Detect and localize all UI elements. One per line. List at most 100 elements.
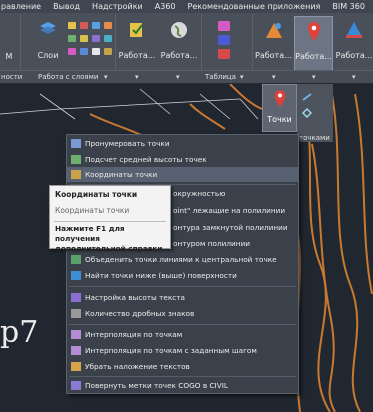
layer-tool-icon[interactable] bbox=[104, 48, 112, 55]
ribbon-tab-bar: равление Вывод Надстройки А360 Рекомендо… bbox=[0, 0, 373, 13]
surface-tool-icon bbox=[266, 23, 282, 38]
table-tool-icon[interactable] bbox=[218, 49, 230, 59]
point-edit-icon[interactable] bbox=[301, 92, 313, 102]
panel-label-table[interactable]: Таблица bbox=[205, 71, 236, 83]
menu-item-label: Интерполяция по точкам с заданным шагом bbox=[85, 346, 257, 355]
menu-item-decimal-places[interactable]: Количество дробных знаков bbox=[67, 306, 298, 321]
menu-item-label: окружностью bbox=[173, 189, 226, 198]
tooltip-help: Нажмите F1 для получения дополнительной … bbox=[55, 224, 163, 253]
points-flyout-button[interactable]: Точки bbox=[262, 84, 297, 132]
menu-item-label: Пронумеровать точки bbox=[85, 139, 170, 148]
menu-item-label: Интерполяция по точкам bbox=[85, 330, 183, 339]
tooltip-description: Координаты точки bbox=[55, 206, 130, 215]
number-points-icon bbox=[71, 139, 81, 148]
layer-tool-icon[interactable] bbox=[92, 48, 100, 55]
layer-tool-icon[interactable] bbox=[104, 22, 112, 29]
work-button-5[interactable]: Работа... bbox=[335, 16, 373, 70]
layer-tool-icon[interactable] bbox=[68, 48, 76, 55]
panel-label-layers[interactable]: Работа с слоями bbox=[38, 71, 98, 83]
ribbon-panel-labels: ности Работа с слоями ▾ ▾ ▾ Таблица ▾ ▾ … bbox=[0, 70, 373, 83]
text-height-icon bbox=[71, 293, 81, 302]
chevron-down-icon[interactable]: ▾ bbox=[240, 71, 244, 83]
chevron-down-icon[interactable]: ▾ bbox=[176, 71, 180, 83]
find-points-icon bbox=[71, 271, 81, 280]
menu-item-rotate-cogo-labels[interactable]: Повернуть метки точек COGO в CIVIL bbox=[67, 378, 298, 393]
menu-item-interpolation-step[interactable]: Интерполяция по точкам с заданным шагом bbox=[67, 343, 298, 358]
rotate-labels-icon bbox=[71, 381, 81, 390]
chevron-down-icon[interactable]: ▾ bbox=[352, 71, 356, 83]
menu-item-point-coordinates[interactable]: Координаты точки bbox=[67, 167, 298, 182]
join-points-icon bbox=[71, 255, 81, 264]
ribbon-button-m-label: М bbox=[5, 52, 13, 61]
menu-item-remove-text-overlap[interactable]: Убрать наложение текстов bbox=[67, 359, 298, 374]
layer-tool-icon[interactable] bbox=[68, 35, 76, 42]
work-button-2[interactable]: Работа... bbox=[160, 16, 198, 70]
menu-item-join-points[interactable]: Объеденить точки линиями к центральной т… bbox=[67, 252, 298, 267]
points-flyout-extra: точками bbox=[297, 84, 333, 142]
points-dropdown-menu: Пронумеровать точки Подсчет средней высо… bbox=[66, 134, 299, 394]
coordinates-icon bbox=[71, 170, 81, 179]
tooltip-divider bbox=[54, 221, 166, 222]
tab-featured-apps[interactable]: Рекомендованные приложения bbox=[182, 0, 327, 13]
menu-item-average-height[interactable]: Подсчет средней высоты точек bbox=[67, 152, 298, 167]
drawing-text: р7 bbox=[0, 315, 39, 350]
tab-bim360[interactable]: BIM 360 bbox=[326, 0, 371, 13]
menu-item-find-below-surface[interactable]: Найти точки ниже (выше) поверхности bbox=[67, 268, 298, 283]
chevron-down-icon[interactable]: ▾ bbox=[135, 71, 139, 83]
menu-item-label: Настройка высоты текста bbox=[85, 293, 186, 302]
work-button-3[interactable]: Работа с... bbox=[255, 16, 293, 70]
work-button-1[interactable]: Работа... bbox=[118, 16, 156, 70]
interpolation-step-icon bbox=[71, 346, 81, 355]
decimal-places-icon bbox=[71, 309, 81, 318]
tab-addins[interactable]: Надстройки bbox=[86, 0, 149, 13]
map-pin-icon bbox=[274, 90, 286, 107]
menu-item-label: Подсчет средней высоты точек bbox=[85, 155, 207, 164]
layer-tool-icon[interactable] bbox=[80, 48, 88, 55]
work-button-4-label: Работа... bbox=[295, 52, 332, 61]
map-pin-icon bbox=[307, 22, 320, 41]
triangle-tool-icon bbox=[346, 22, 362, 38]
panel-label-left: ности bbox=[1, 73, 23, 81]
ribbon-button-m[interactable]: М bbox=[0, 16, 18, 70]
tab-a360[interactable]: А360 bbox=[149, 0, 182, 13]
menu-item-label: Убрать наложение текстов bbox=[85, 362, 190, 371]
menu-item-label: Координаты точки bbox=[85, 170, 158, 179]
chevron-down-icon[interactable]: ▾ bbox=[312, 71, 316, 83]
table-tool-icon[interactable] bbox=[218, 35, 230, 45]
menu-item-label: Количество дробных знаков bbox=[85, 309, 195, 318]
menu-item-number-points[interactable]: Пронумеровать точки bbox=[67, 136, 298, 151]
tooltip-title: Координаты точки bbox=[55, 190, 138, 199]
globe-icon bbox=[171, 22, 187, 38]
menu-item-label: oint" лежащие на полилинии bbox=[173, 206, 286, 215]
layer-tool-icon[interactable] bbox=[92, 35, 100, 42]
tooltip: Координаты точки Координаты точки Нажмит… bbox=[49, 185, 171, 253]
work-button-2-label: Работа... bbox=[160, 51, 198, 60]
work-button-1-label: Работа... bbox=[118, 51, 156, 60]
point-move-icon[interactable] bbox=[301, 108, 313, 118]
pencil-check-icon bbox=[130, 23, 143, 37]
layers-label: Слои bbox=[37, 51, 59, 60]
layer-tool-icon[interactable] bbox=[80, 35, 88, 42]
menu-item-label: онтура замкнутой полилинии bbox=[173, 223, 288, 232]
layer-tool-icon[interactable] bbox=[80, 22, 88, 29]
menu-item-label: Найти точки ниже (выше) поверхности bbox=[85, 271, 237, 280]
menu-item-interpolation[interactable]: Интерполяция по точкам bbox=[67, 327, 298, 342]
work-button-3-label: Работа с... bbox=[255, 51, 293, 60]
chevron-down-icon[interactable]: ▾ bbox=[272, 71, 276, 83]
chevron-down-icon[interactable]: ▾ bbox=[104, 71, 108, 83]
menu-item-label: Повернуть метки точек COGO в CIVIL bbox=[85, 381, 228, 390]
layer-tool-icon[interactable] bbox=[104, 35, 112, 42]
menu-item-text-height[interactable]: Настройка высоты текста bbox=[67, 290, 298, 305]
layers-button[interactable]: Слои bbox=[34, 16, 62, 70]
text-overlap-icon bbox=[71, 362, 81, 371]
tab-output[interactable]: Вывод bbox=[47, 0, 86, 13]
tab-management[interactable]: равление bbox=[0, 0, 47, 13]
work-button-4[interactable]: Работа... bbox=[294, 16, 333, 75]
layer-tool-icon[interactable] bbox=[68, 22, 76, 29]
work-button-5-label: Работа... bbox=[335, 51, 373, 60]
interpolation-icon bbox=[71, 330, 81, 339]
layer-tool-icon[interactable] bbox=[92, 22, 100, 29]
points-panel-caption: точками bbox=[299, 134, 330, 142]
table-tool-icon[interactable] bbox=[218, 21, 230, 31]
menu-item-label: онтуром полилинии bbox=[173, 239, 251, 248]
